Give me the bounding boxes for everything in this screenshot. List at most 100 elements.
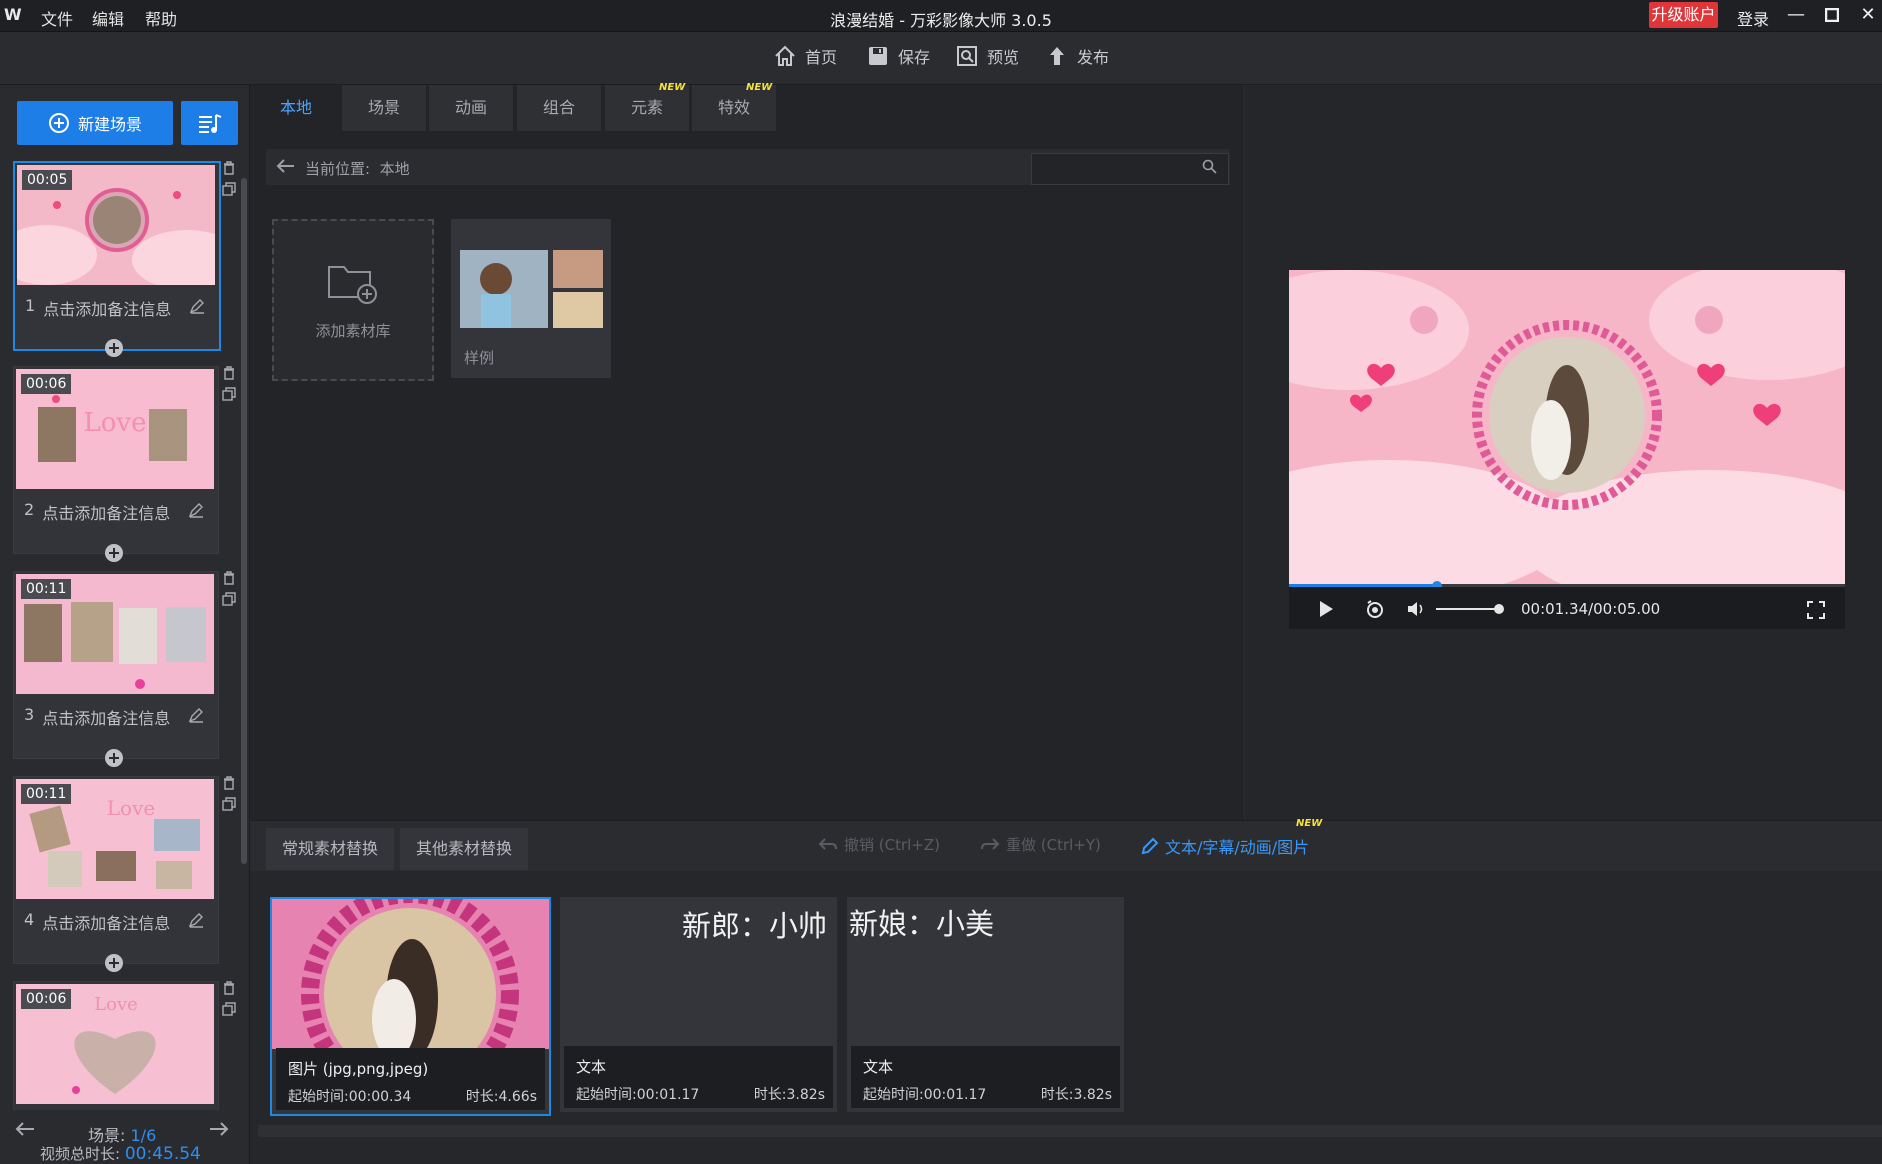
tab-scenes[interactable]: 场景 [342, 85, 426, 131]
delete-icon[interactable] [222, 366, 236, 380]
scene-note[interactable]: 点击添加备注信息 [42, 705, 170, 729]
scene-thumbnail: 00:05 [17, 165, 215, 285]
volume-slider[interactable] [1436, 608, 1502, 610]
new-scene-button[interactable]: 新建场景 [17, 101, 173, 145]
breadcrumb: 当前位置: 本地 [305, 158, 410, 179]
media-text-preview: 新娘：小美 [849, 907, 995, 941]
scene-card[interactable]: 00:05 1 点击添加备注信息 [13, 161, 221, 351]
scene-note[interactable]: 点击添加备注信息 [42, 910, 170, 934]
maximize-icon[interactable] [1818, 2, 1846, 28]
volume-handle[interactable] [1494, 604, 1504, 614]
music-list-button[interactable] [181, 101, 238, 145]
copy-icon[interactable] [222, 592, 236, 606]
scene-card[interactable]: Love 00:06 2 点击添加备注信息 [13, 366, 219, 554]
search-input[interactable] [1031, 153, 1229, 185]
scene-index: 1 [25, 296, 36, 315]
scene-card[interactable]: Love 00:06 [13, 981, 219, 1110]
search-icon[interactable] [1202, 159, 1217, 174]
scene-card[interactable]: Love 00:11 4 点击添加备注信息 [13, 776, 219, 964]
media-card[interactable]: 图片 (jpg,png,jpeg) 起始时间:00:00.34 时长:4.66s [270, 897, 551, 1116]
copy-icon[interactable] [222, 1002, 236, 1016]
copy-icon[interactable] [222, 182, 236, 196]
media-card[interactable]: 新娘：小美 文本 起始时间:00:01.17 时长:3.82s [847, 897, 1124, 1112]
scene-card[interactable]: 00:11 3 点击添加备注信息 [13, 571, 219, 759]
scene-duration: 00:05 [22, 170, 73, 190]
scene-list-scrollbar[interactable] [241, 178, 247, 864]
media-card[interactable]: 新郎：小帅 文本 起始时间:00:01.17 时长:3.82s [560, 897, 837, 1112]
breadcrumb-current: 本地 [379, 160, 410, 178]
add-scene-icon[interactable] [104, 338, 124, 358]
edit-icon[interactable] [188, 502, 204, 518]
scene-duration: 00:11 [21, 579, 72, 599]
edit-text-animation-link[interactable]: 文本/字幕/动画/图片 [1141, 834, 1309, 858]
media-horizontal-scrollbar[interactable] [258, 1125, 1882, 1137]
undo-button[interactable]: 撤销 (Ctrl+Z) [818, 834, 940, 855]
video-preview[interactable] [1289, 270, 1845, 587]
scene-duration: 00:06 [21, 374, 72, 394]
tab-animations[interactable]: 动画 [429, 85, 513, 131]
add-library-button[interactable] [272, 219, 434, 381]
svg-text:Love: Love [94, 994, 138, 1015]
preview-icon [957, 46, 977, 66]
plus-circle-icon [48, 113, 69, 133]
add-scene-icon[interactable] [104, 748, 124, 768]
delete-icon[interactable] [222, 161, 236, 175]
copy-icon[interactable] [222, 387, 236, 401]
media-info: 图片 (jpg,png,jpeg) 起始时间:00:00.34 时长:4.66s [276, 1048, 545, 1110]
prev-scene-icon[interactable] [14, 1120, 36, 1138]
tab-other-replace[interactable]: 其他素材替换 [400, 828, 528, 870]
media-start-time: 起始时间:00:00.34 [288, 1089, 412, 1105]
next-scene-icon[interactable] [208, 1120, 230, 1138]
delete-icon[interactable] [222, 981, 236, 995]
edit-icon[interactable] [188, 707, 204, 723]
save-button[interactable]: 保存 [866, 44, 930, 68]
home-button[interactable]: 首页 [773, 44, 837, 68]
back-arrow-icon[interactable] [276, 157, 296, 175]
tab-local[interactable]: 本地 [254, 85, 338, 131]
play-icon[interactable] [1318, 600, 1334, 618]
preview-button[interactable]: 预览 [955, 44, 1019, 68]
edit-icon[interactable] [188, 912, 204, 928]
tab-groups[interactable]: 组合 [517, 85, 601, 131]
scene-thumbnail: Love 00:06 [16, 984, 214, 1104]
media-text-preview: 新郎：小帅 [681, 909, 827, 943]
minimize-icon[interactable]: — [1782, 2, 1810, 28]
login-button[interactable]: 登录 [1737, 6, 1769, 30]
media-duration: 时长:4.66s [465, 1089, 537, 1105]
delete-icon[interactable] [222, 776, 236, 790]
copy-icon[interactable] [222, 797, 236, 811]
media-info: 文本 起始时间:00:01.17 时长:3.82s [564, 1046, 833, 1108]
add-scene-icon[interactable] [104, 543, 124, 563]
new-badge: NEW [746, 82, 773, 93]
fullscreen-icon[interactable] [1807, 601, 1825, 619]
preview-label: 预览 [987, 48, 1020, 67]
close-icon[interactable]: ✕ [1854, 2, 1882, 28]
media-duration: 时长:3.82s [753, 1087, 825, 1103]
scene-note[interactable]: 点击添加备注信息 [42, 500, 170, 524]
save-icon [869, 47, 887, 65]
volume-icon[interactable] [1406, 600, 1426, 618]
add-folder-icon [328, 266, 377, 304]
tab-regular-replace[interactable]: 常规素材替换 [266, 828, 394, 870]
add-scene-icon[interactable] [104, 953, 124, 973]
replay-icon[interactable] [1364, 599, 1386, 619]
edit-icon[interactable] [189, 298, 205, 314]
upgrade-account-button[interactable]: 升级账户 [1649, 2, 1718, 28]
redo-icon [981, 837, 1000, 850]
total-duration: 视频总时长: 00:45.54 [40, 1143, 201, 1164]
music-list-icon [198, 114, 221, 133]
redo-button[interactable]: 重做 (Ctrl+Y) [980, 834, 1101, 855]
media-info: 文本 起始时间:00:01.17 时长:3.82s [851, 1046, 1120, 1108]
delete-icon[interactable] [222, 571, 236, 585]
scene-index: 2 [24, 500, 35, 519]
add-library-label: 添加素材库 [315, 322, 391, 340]
total-duration-value: 00:45.54 [124, 1144, 201, 1164]
media-type: 图片 (jpg,png,jpeg) [288, 1060, 429, 1078]
publish-button[interactable]: 发布 [1045, 44, 1109, 68]
redo-label: 重做 (Ctrl+Y) [1006, 836, 1101, 854]
sample-label: 样例 [464, 349, 495, 367]
undo-label: 撤销 (Ctrl+Z) [844, 836, 941, 854]
media-type: 文本 [576, 1058, 607, 1076]
media-start-time: 起始时间:00:01.17 [863, 1087, 987, 1103]
scene-note[interactable]: 点击添加备注信息 [43, 296, 171, 320]
